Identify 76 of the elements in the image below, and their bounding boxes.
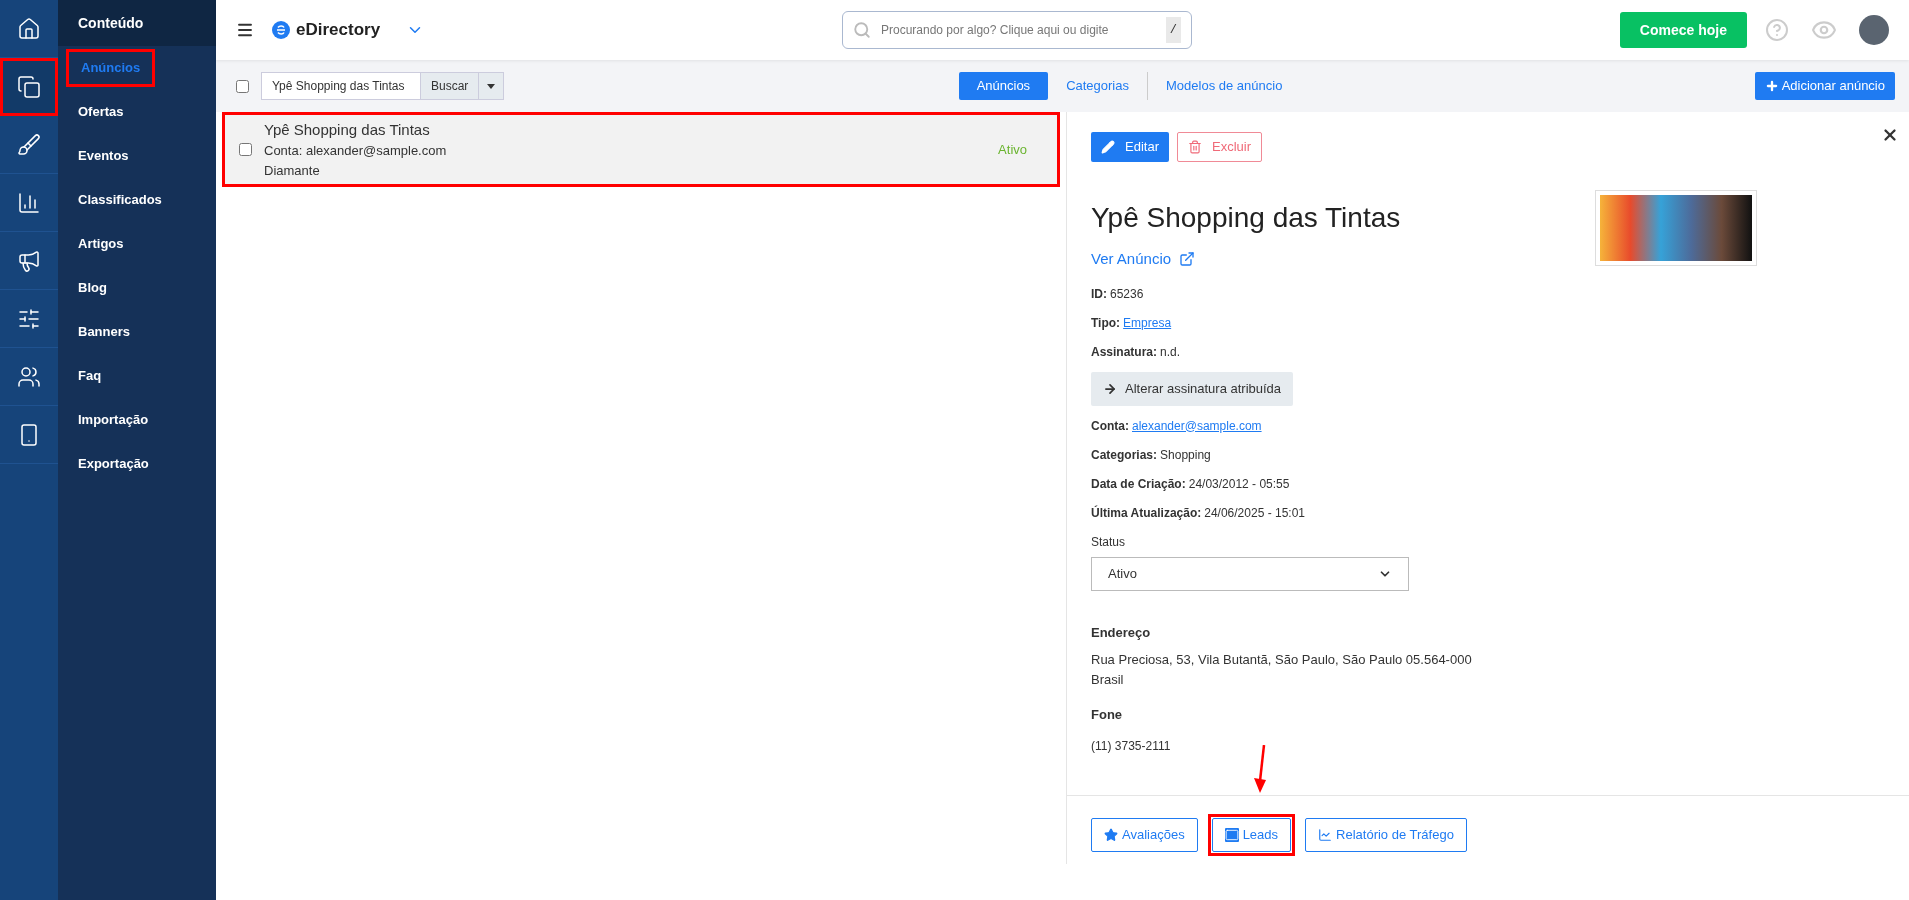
sliders-icon [17, 306, 41, 331]
change-subscription-button[interactable]: Alterar assinatura atribuída [1091, 371, 1294, 406]
field-label: Última Atualização: [1091, 504, 1202, 522]
bar-chart-icon [17, 190, 41, 215]
field-label: Conta: [1091, 417, 1129, 435]
home-icon [17, 16, 41, 41]
listing-title: Ypê Shopping das Tintas [264, 119, 431, 140]
close-icon[interactable] [1881, 126, 1899, 144]
address-line: Rua Preciosa, 53, Vila Butantã, São Paulo, São Paulo 05.564-000 [1091, 651, 1473, 669]
plus-icon [1764, 79, 1779, 93]
brush-icon [17, 132, 41, 157]
field-label: Data de Criação: [1091, 475, 1186, 493]
phone-heading: Fone [1091, 706, 1124, 724]
megaphone-icon [17, 248, 41, 273]
annotation-arrow [1253, 744, 1269, 793]
submenu-item[interactable]: Banners [66, 316, 143, 348]
field-link[interactable]: alexander@sample.com [1132, 416, 1262, 435]
users-icon [17, 364, 41, 389]
listing-account: Conta: alexander@sample.com [264, 142, 448, 161]
menu-icon[interactable] [236, 21, 254, 39]
status-label: Status [1091, 533, 1127, 551]
tab[interactable]: Anúncios [958, 72, 1049, 100]
avatar[interactable] [1859, 15, 1889, 45]
submenu-item[interactable]: Faq [66, 360, 114, 392]
external-link-icon [1179, 251, 1196, 268]
star-icon [1104, 827, 1118, 842]
search-button[interactable]: Buscar [421, 72, 480, 100]
tab[interactable]: Modelos de anúncio [1148, 72, 1301, 100]
field-label: Assinatura: [1091, 343, 1158, 361]
submenu-item[interactable]: Importação [66, 404, 161, 436]
phone-number: (11) 3735-2111 [1091, 737, 1172, 755]
caret-icon [487, 83, 496, 89]
search-input[interactable]: Ypê Shopping das Tintas [261, 72, 421, 100]
submenu-item[interactable]: Exportação [66, 448, 161, 480]
view-listing-link[interactable]: Ver Anúncio [1091, 248, 1401, 271]
submenu-item[interactable]: Eventos [66, 140, 141, 172]
checkbox[interactable] [236, 79, 249, 93]
action-button[interactable]: Avaliações [1091, 817, 1198, 852]
tab[interactable]: Categorias [1048, 72, 1147, 100]
field-label: Tipo: [1091, 314, 1121, 332]
field-label: ID: [1091, 285, 1107, 303]
submenu-item[interactable]: Artigos [66, 228, 136, 260]
address-heading: Endereço [1091, 623, 1152, 642]
field-value: n.d. [1160, 343, 1181, 361]
field-value: 24/06/2025 - 15:01 [1204, 504, 1305, 522]
submenu-item[interactable]: Classificados [66, 184, 174, 216]
field-value: 65236 [1110, 285, 1144, 303]
rail-item[interactable] [0, 58, 58, 116]
logo-icon [272, 21, 290, 39]
field-link[interactable]: Empresa [1123, 313, 1172, 332]
brand-name: eDirectory [296, 19, 381, 42]
documents-icon [17, 74, 41, 99]
add-listing-button[interactable]: Adicionar anúncio [1754, 72, 1895, 100]
search-input[interactable]: Procurando por algo? Clique aqui ou digite [881, 21, 1156, 39]
search-field[interactable]: Procurando por algo? Clique aqui ou digite / [842, 11, 1192, 49]
shortcut-key: / [1165, 17, 1181, 43]
submenu-item[interactable]: Blog [66, 272, 119, 304]
submenu-header: Conteúdo [58, 0, 216, 46]
dropdown-button[interactable] [479, 72, 505, 100]
action-button[interactable]: Relatório de Tráfego [1305, 817, 1467, 852]
field-label: Categorias: [1091, 446, 1158, 464]
status-text: Ativo [998, 140, 1027, 159]
line-chart-icon [1318, 827, 1333, 842]
field-value: 24/03/2012 - 05:55 [1188, 475, 1290, 493]
address-line: Brasil [1091, 670, 1125, 689]
submenu-item[interactable]: Ofertas [66, 96, 136, 128]
listing-level: Diamante [264, 161, 321, 180]
checkbox[interactable] [239, 143, 252, 156]
field-value: Shopping [1160, 446, 1211, 464]
status-select[interactable]: Ativo [1091, 556, 1409, 591]
action-button[interactable]: Leads [1211, 817, 1292, 852]
pencil-icon [1101, 140, 1115, 154]
listing-heading: Ypê Shopping das Tintas [1091, 201, 1401, 235]
search-icon [853, 21, 871, 39]
edit-button[interactable]: Editar [1091, 132, 1169, 162]
trash-icon [1187, 140, 1202, 154]
